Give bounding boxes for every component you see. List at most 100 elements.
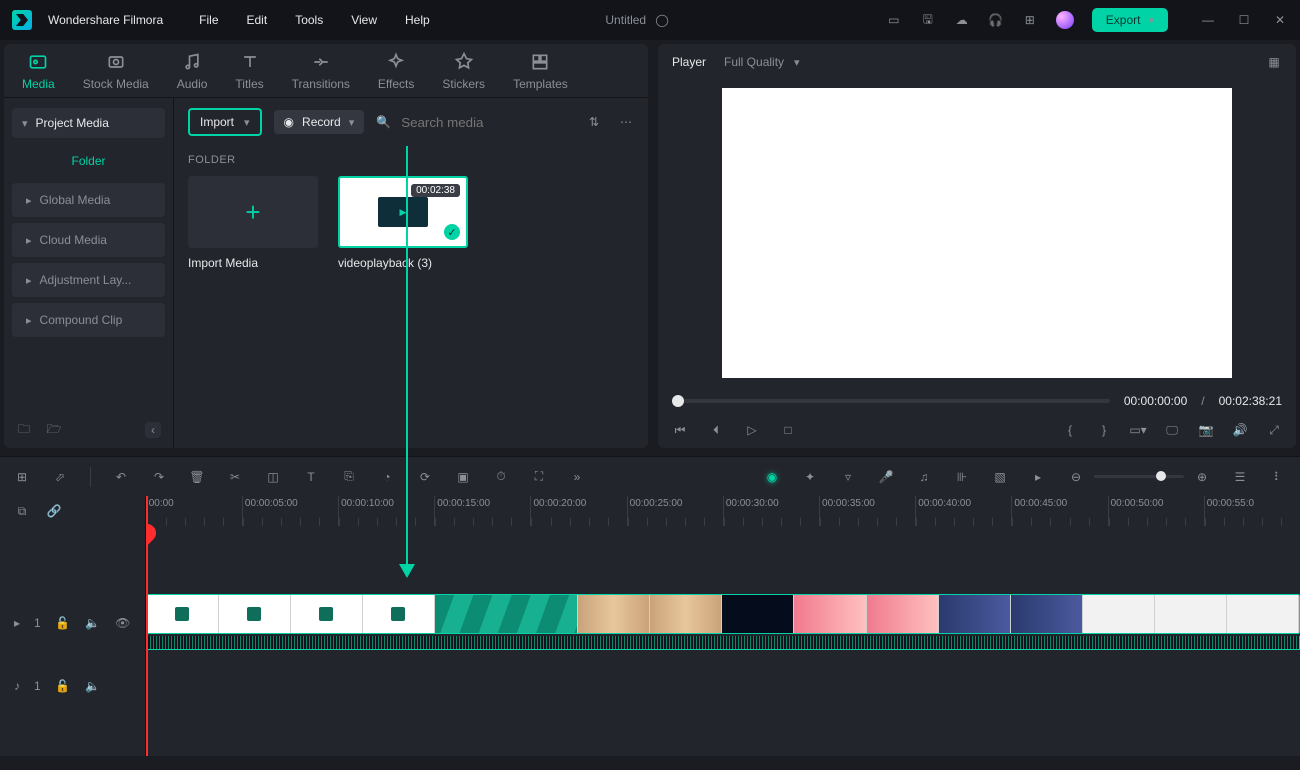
mute-icon[interactable]: 🔈: [85, 615, 101, 631]
settings-dots-icon[interactable]: ⠇: [1270, 469, 1286, 485]
audio-track[interactable]: [146, 656, 1300, 716]
display-icon[interactable]: 🖵: [1164, 422, 1180, 438]
zoom-out-icon[interactable]: ⊖: [1068, 469, 1084, 485]
tab-transitions[interactable]: Transitions: [292, 52, 350, 97]
lock-icon[interactable]: 🔓: [55, 615, 71, 631]
fullscreen-icon[interactable]: ⤢: [1266, 422, 1282, 438]
audio-track-header[interactable]: ♪ 1 🔓 🔈: [0, 656, 145, 716]
filter-icon[interactable]: ⇅: [586, 114, 602, 130]
apps-icon[interactable]: ⊞: [1022, 12, 1038, 28]
cut-icon[interactable]: ✂: [227, 469, 243, 485]
music-icon[interactable]: ♫: [916, 469, 932, 485]
sidebar-item-cloud[interactable]: ▸Cloud Media: [12, 223, 165, 257]
project-media-header[interactable]: ▾ Project Media: [12, 108, 165, 138]
sidebar-item-global[interactable]: ▸Global Media: [12, 183, 165, 217]
menu-edit[interactable]: Edit: [247, 13, 268, 27]
menu-help[interactable]: Help: [405, 13, 430, 27]
record-button[interactable]: ◉ Record ▾: [274, 110, 365, 134]
more-tools-icon[interactable]: »: [569, 469, 585, 485]
timer-icon[interactable]: ⏱: [493, 469, 509, 485]
zoom-slider[interactable]: [1094, 475, 1184, 478]
user-avatar[interactable]: [1056, 11, 1074, 29]
mask-icon[interactable]: ▣: [455, 469, 471, 485]
folder-open-icon[interactable]: 🗁: [46, 422, 62, 438]
folder-active[interactable]: Folder: [4, 144, 173, 180]
mute-icon[interactable]: 🔈: [85, 678, 101, 694]
menu-file[interactable]: File: [199, 13, 218, 27]
ratio-icon[interactable]: ▭▾: [1130, 422, 1146, 438]
step-back-icon[interactable]: ⏴: [708, 422, 724, 438]
undo-icon[interactable]: ↶: [113, 469, 129, 485]
search-input[interactable]: [399, 114, 539, 131]
copy-icon[interactable]: ⎘: [341, 469, 357, 485]
mixer-icon[interactable]: ⊪: [954, 469, 970, 485]
more-icon[interactable]: ⋯: [618, 114, 634, 130]
import-button[interactable]: Import ▾: [188, 108, 262, 136]
playhead[interactable]: [146, 496, 148, 756]
redo-icon[interactable]: ↷: [151, 469, 167, 485]
camera-icon[interactable]: 📷: [1198, 422, 1214, 438]
tab-stock-media[interactable]: Stock Media: [83, 52, 149, 97]
visibility-icon[interactable]: 👁: [115, 615, 131, 631]
sidebar-item-adjustment[interactable]: ▸Adjustment Lay...: [12, 263, 165, 297]
mic-icon[interactable]: 🎤: [878, 469, 894, 485]
ai-icon[interactable]: ◉: [764, 469, 780, 485]
render-icon[interactable]: ▸: [1030, 469, 1046, 485]
tab-templates[interactable]: Templates: [513, 52, 568, 97]
sidebar-item-compound[interactable]: ▸Compound Clip: [12, 303, 165, 337]
delete-icon[interactable]: 🗑: [189, 469, 205, 485]
media-clip-card[interactable]: 00:02:38 ✓ videoplayback (3): [338, 176, 468, 270]
prev-frame-icon[interactable]: ⏮: [672, 422, 688, 438]
link-icon[interactable]: ⟳: [417, 469, 433, 485]
tracks-area[interactable]: 00:0000:00:05:0000:00:10:0000:00:15:0000…: [146, 496, 1300, 756]
scrub-track[interactable]: [672, 399, 1110, 403]
picture-icon[interactable]: ▧: [992, 469, 1008, 485]
tab-titles[interactable]: Titles: [235, 52, 263, 97]
collapse-sidebar-icon[interactable]: ‹: [145, 422, 161, 438]
close-icon[interactable]: ✕: [1272, 12, 1288, 28]
layers-icon[interactable]: ⧉: [14, 503, 30, 519]
grid-icon[interactable]: ⊞: [14, 469, 30, 485]
lock-icon[interactable]: 🔓: [55, 678, 71, 694]
volume-icon[interactable]: 🔊: [1232, 422, 1248, 438]
time-ruler[interactable]: 00:0000:00:05:0000:00:10:0000:00:15:0000…: [146, 496, 1300, 526]
tab-media[interactable]: Media: [22, 52, 55, 97]
view-mode-icon[interactable]: ☰: [1232, 469, 1248, 485]
preview-canvas[interactable]: [722, 88, 1232, 378]
search-box[interactable]: 🔍: [376, 114, 574, 131]
crop-icon[interactable]: ◫: [265, 469, 281, 485]
video-track[interactable]: [146, 590, 1300, 656]
device-icon[interactable]: ▭: [886, 12, 902, 28]
tab-audio[interactable]: Audio: [177, 52, 208, 97]
pointer-icon[interactable]: ⬀: [52, 469, 68, 485]
timeline-clip[interactable]: [146, 594, 1300, 634]
marker-icon[interactable]: ▿: [840, 469, 856, 485]
import-media-card[interactable]: + Import Media: [188, 176, 318, 270]
tab-effects[interactable]: Effects: [378, 52, 414, 97]
support-icon[interactable]: 🎧: [988, 12, 1004, 28]
tab-stickers[interactable]: Stickers: [442, 52, 485, 97]
minimize-icon[interactable]: —: [1200, 12, 1216, 28]
video-track-header[interactable]: ▸ 1 🔓 🔈 👁: [0, 590, 145, 656]
export-button[interactable]: Export ▾: [1092, 8, 1168, 32]
quality-select[interactable]: Full Quality ▾: [724, 55, 800, 69]
maximize-icon[interactable]: ☐: [1236, 12, 1252, 28]
sparkle-icon[interactable]: ✦: [802, 469, 818, 485]
mark-out-icon[interactable]: }: [1096, 422, 1112, 438]
link-toggle-icon[interactable]: 🔗: [46, 503, 62, 519]
scrub-thumb[interactable]: [672, 395, 684, 407]
player-panel: Player Full Quality ▾ ▦ 00:00:00:00 / 00…: [658, 44, 1296, 448]
zoom-in-icon[interactable]: ⊕: [1194, 469, 1210, 485]
text-icon[interactable]: T: [303, 469, 319, 485]
expand-icon[interactable]: ⛶: [531, 469, 547, 485]
stop-icon[interactable]: □: [780, 422, 796, 438]
play-icon[interactable]: ▷: [744, 422, 760, 438]
menu-view[interactable]: View: [351, 13, 377, 27]
cloud-icon[interactable]: ☁: [954, 12, 970, 28]
speed-icon[interactable]: ◔: [379, 469, 395, 485]
menu-tools[interactable]: Tools: [295, 13, 323, 27]
new-folder-icon[interactable]: 🗀: [16, 422, 32, 438]
mark-in-icon[interactable]: {: [1062, 422, 1078, 438]
snapshot-icon[interactable]: ▦: [1266, 54, 1282, 70]
save-icon[interactable]: 🖫: [920, 12, 936, 28]
